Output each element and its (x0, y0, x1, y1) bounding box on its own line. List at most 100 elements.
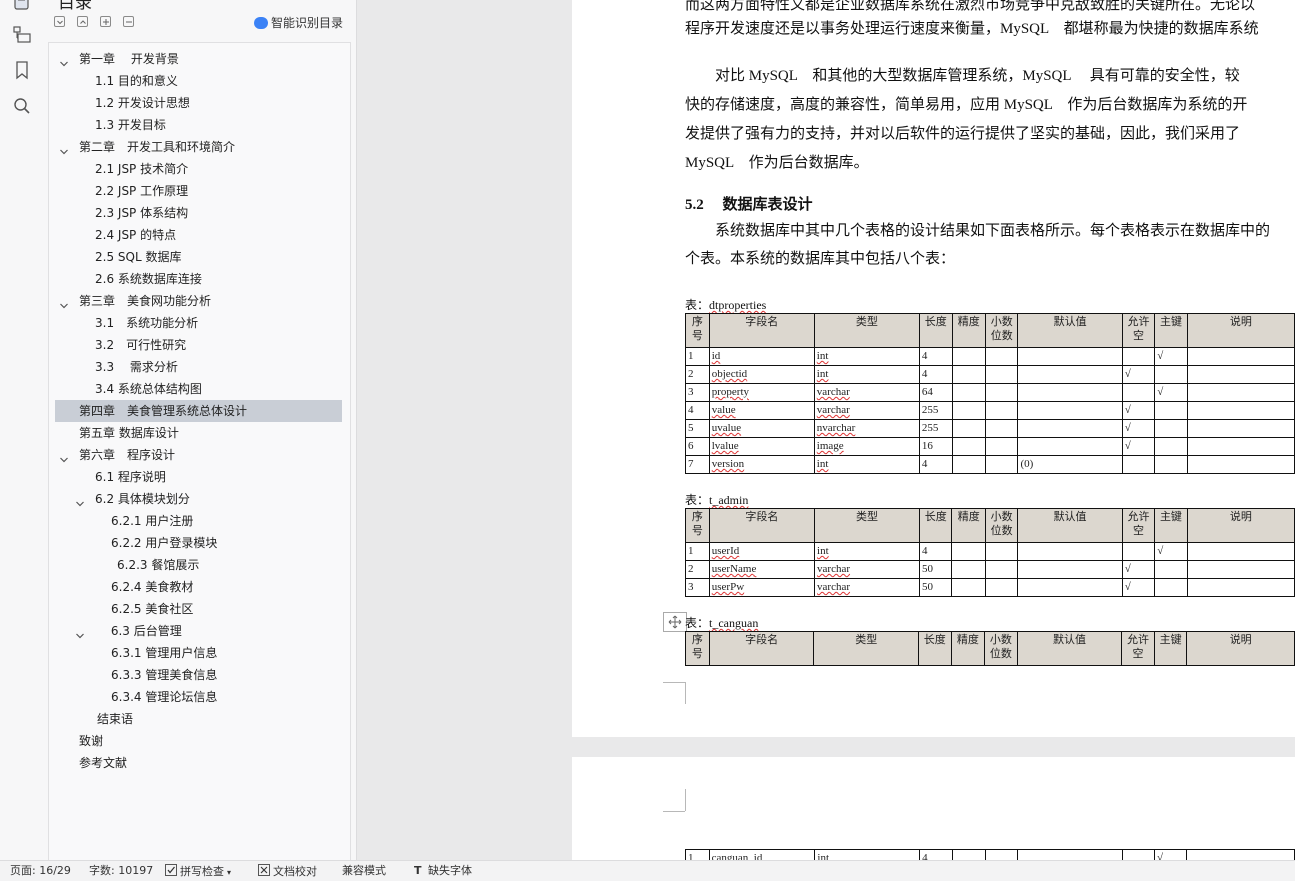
toc-item[interactable]: 第五章 数据库设计 (55, 422, 342, 444)
toc-item[interactable]: 第一章 开发背景 (55, 48, 342, 70)
table-cell[interactable] (1154, 560, 1188, 579)
table-header-cell[interactable]: 允许 空 (1121, 631, 1155, 666)
toc-item[interactable]: 2.2 JSP 工作原理 (55, 180, 342, 202)
toc-item[interactable]: 第四章 美食管理系统总体设计 (55, 400, 342, 422)
table-cell[interactable] (1154, 401, 1188, 420)
toc-item[interactable]: 第三章 美食网功能分析 (55, 290, 342, 312)
table-header-cell[interactable]: 长度 (918, 631, 952, 666)
table-cell[interactable] (1154, 365, 1188, 384)
remove-heading-button[interactable] (123, 16, 134, 27)
toc-item[interactable]: 6.3.1 管理用户信息 (55, 642, 342, 664)
table-cell[interactable] (984, 542, 1019, 561)
table-cell[interactable] (1154, 437, 1188, 456)
toc-item[interactable]: 3.1 系统功能分析 (55, 312, 342, 334)
toc-item[interactable]: 3.3 需求分析 (55, 356, 342, 378)
table-cell[interactable]: 2 (685, 560, 710, 579)
table-cell[interactable]: 16 (918, 437, 953, 456)
table-header-cell[interactable]: 小数 位数 (984, 508, 1019, 543)
table-cell[interactable] (1017, 383, 1123, 402)
toc-item[interactable]: 结束语 (55, 708, 342, 730)
table-header-cell[interactable]: 主键 (1153, 631, 1188, 666)
table-cell[interactable]: 255 (918, 401, 953, 420)
table-cell[interactable]: varchar (813, 383, 920, 402)
toc-item[interactable]: 第二章 开发工具和环境简介 (55, 136, 342, 158)
table-header-cell[interactable]: 字段名 (708, 631, 815, 666)
table-cell[interactable] (951, 437, 986, 456)
table-cell[interactable]: 255 (918, 419, 953, 438)
table-cell[interactable]: userName (708, 560, 816, 579)
table-cell[interactable]: √ (1121, 419, 1156, 438)
toc-item[interactable]: 2.4 JSP 的特点 (55, 224, 342, 246)
table-cell[interactable] (1154, 455, 1188, 474)
table-cell[interactable]: (0) (1017, 455, 1123, 474)
toc-item[interactable]: 1.1 目的和意义 (55, 70, 342, 92)
table-header-cell[interactable]: 字段名 (708, 508, 816, 543)
table-cell[interactable] (951, 365, 986, 384)
table-cell[interactable] (951, 542, 986, 561)
table-cell[interactable] (951, 383, 986, 402)
table-cell[interactable] (984, 419, 1019, 438)
table-header-cell[interactable]: 精度 (951, 508, 986, 543)
table-header-cell[interactable]: 类型 (813, 313, 920, 348)
table-cell[interactable]: 1 (685, 542, 710, 561)
toc-item[interactable]: 2.5 SQL 数据库 (55, 246, 342, 268)
table-cell[interactable]: int (814, 542, 920, 561)
toc-item[interactable]: 6.2.4 美食教材 (55, 576, 342, 598)
table-cell[interactable]: 4 (918, 542, 953, 561)
table-cell[interactable]: 50 (918, 578, 953, 597)
table-cell[interactable] (951, 419, 986, 438)
table-cell[interactable] (1017, 542, 1123, 561)
table-cell[interactable] (951, 455, 986, 474)
table-header-cell[interactable]: 类型 (814, 508, 920, 543)
table-header-cell[interactable]: 说明 (1186, 508, 1295, 543)
table-cell[interactable]: version (708, 455, 815, 474)
table-header-cell[interactable]: 字段名 (708, 313, 815, 348)
expand-up-button[interactable] (77, 16, 88, 27)
table-cell[interactable]: √ (1121, 365, 1156, 384)
table-cell[interactable] (1186, 542, 1295, 561)
add-heading-button[interactable] (100, 16, 111, 27)
table-cell[interactable] (1017, 560, 1123, 579)
table-cell[interactable] (984, 560, 1019, 579)
toc-item[interactable]: 2.6 系统数据库连接 (55, 268, 342, 290)
bookmark-icon[interactable] (12, 60, 32, 80)
toc-item[interactable]: 3.4 系统总体结构图 (55, 378, 342, 400)
table-cell[interactable]: 64 (918, 383, 953, 402)
table-cell[interactable]: userPw (708, 578, 816, 597)
table-cell[interactable]: nvarchar (813, 419, 920, 438)
table-header-cell[interactable]: 类型 (813, 631, 920, 666)
table-cell[interactable]: 6 (685, 437, 710, 456)
table-cell[interactable] (1121, 455, 1156, 474)
toc-item[interactable]: 2.1 JSP 技术简介 (55, 158, 342, 180)
page-count[interactable]: 页面: 16/29 (10, 864, 71, 878)
table-header-cell[interactable]: 序 号 (685, 631, 710, 666)
table-header-cell[interactable]: 允许 空 (1121, 313, 1156, 348)
table-header-cell[interactable]: 小数 位数 (984, 313, 1019, 348)
table-cell[interactable]: √ (1154, 383, 1188, 402)
table-cell[interactable] (1186, 437, 1295, 456)
table-cell[interactable] (1017, 401, 1123, 420)
table-cell[interactable]: uvalue (708, 419, 815, 438)
table-cell[interactable]: 3 (685, 578, 710, 597)
chevron-down-icon[interactable]: ▾ (227, 868, 231, 877)
table-cell[interactable] (1017, 365, 1123, 384)
table-cell[interactable] (984, 347, 1019, 366)
smart-recognize-toc-button[interactable]: 智能识别目录 (254, 14, 343, 32)
chevron-down-icon[interactable] (75, 494, 85, 507)
table-cell[interactable]: int (813, 365, 920, 384)
table-cell[interactable] (1186, 401, 1295, 420)
table-cell[interactable] (984, 578, 1019, 597)
toc-item[interactable]: 1.3 开发目标 (55, 114, 342, 136)
table-cell[interactable] (1121, 383, 1156, 402)
toc-item[interactable]: 6.2.5 美食社区 (55, 598, 342, 620)
table-cell[interactable] (984, 455, 1019, 474)
toc-item[interactable]: 6.3 后台管理 (55, 620, 342, 642)
table-cell[interactable] (951, 347, 986, 366)
table-cell[interactable]: 4 (918, 365, 953, 384)
table-cell[interactable]: 3 (685, 383, 710, 402)
table-header-cell[interactable]: 默认值 (1016, 631, 1123, 666)
table-cell[interactable]: objectid (708, 365, 815, 384)
table-cell[interactable] (1017, 578, 1123, 597)
table-cell[interactable]: varchar (813, 401, 920, 420)
table-cell[interactable]: property (708, 383, 815, 402)
